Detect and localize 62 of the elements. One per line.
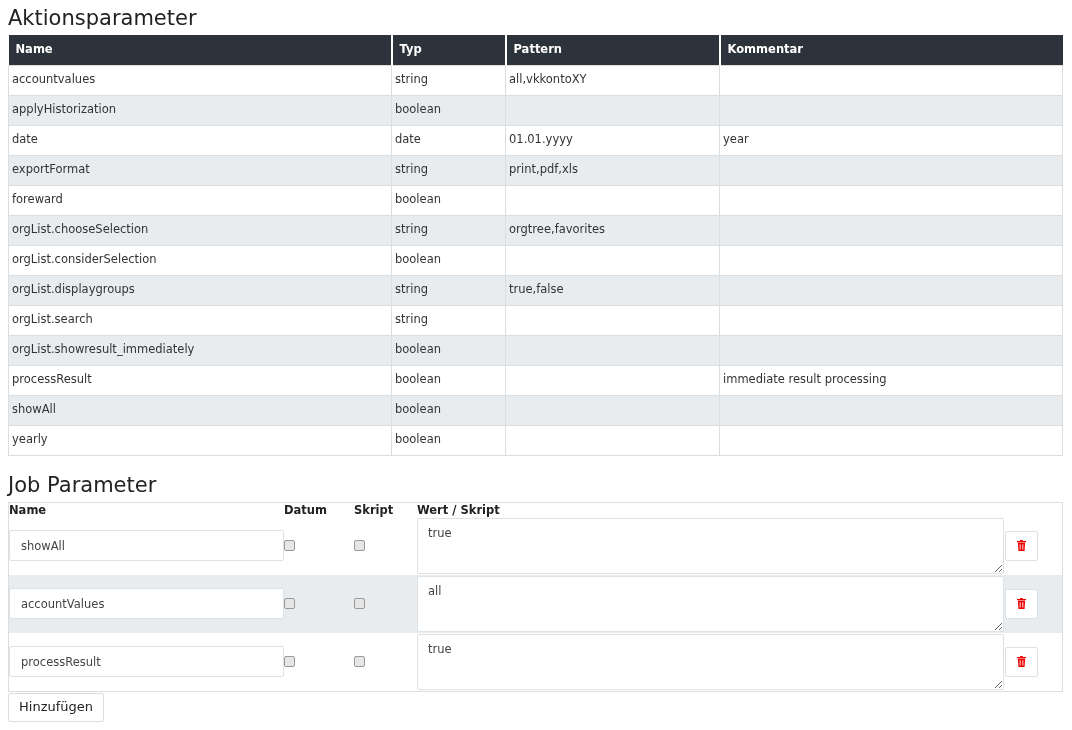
table-cell: date bbox=[391, 125, 506, 155]
checkbox[interactable] bbox=[284, 540, 295, 551]
column-header: Pattern bbox=[505, 35, 720, 65]
column-header: Datum bbox=[284, 502, 327, 517]
table-cell: showAll bbox=[8, 395, 392, 425]
checkbox[interactable] bbox=[354, 598, 365, 609]
name-field[interactable]: accountValues bbox=[9, 588, 284, 619]
table-cell: year bbox=[719, 125, 1063, 155]
table-cell: immediate result processing bbox=[719, 365, 1063, 395]
table-cell: string bbox=[391, 215, 506, 245]
value-field[interactable]: true bbox=[417, 517, 1004, 574]
trash-icon bbox=[1017, 540, 1026, 551]
column-header: Skript bbox=[354, 502, 394, 517]
table-cell: print,pdf,xls bbox=[505, 155, 720, 185]
table-cell: orgtree,favorites bbox=[505, 215, 720, 245]
column-header: Kommentar bbox=[719, 35, 1063, 65]
table-cell: applyHistorization bbox=[8, 95, 392, 125]
table-cell: orgList.search bbox=[8, 305, 392, 335]
column-header: Name bbox=[8, 35, 392, 65]
table-cell: orgList.displaygroups bbox=[8, 275, 392, 305]
table-cell: foreward bbox=[8, 185, 392, 215]
table-cell: processResult bbox=[8, 365, 392, 395]
table-cell: accountvalues bbox=[8, 65, 392, 95]
name-field[interactable]: processResult bbox=[9, 646, 284, 677]
table-cell: orgList.chooseSelection bbox=[8, 215, 392, 245]
table-cell: boolean bbox=[391, 95, 506, 125]
section-title: Aktionsparameter bbox=[8, 5, 198, 32]
table-cell: boolean bbox=[391, 365, 506, 395]
table-cell: string bbox=[391, 155, 506, 185]
checkbox[interactable] bbox=[354, 656, 365, 667]
table-cell: string bbox=[391, 305, 506, 335]
table-cell: 01.01.yyyy bbox=[505, 125, 720, 155]
table-cell: true,false bbox=[505, 275, 720, 305]
delete-button[interactable] bbox=[1005, 530, 1038, 561]
table-cell: boolean bbox=[391, 245, 506, 275]
table-cell: exportFormat bbox=[8, 155, 392, 185]
value-field[interactable]: all bbox=[417, 575, 1004, 632]
section-title: Job Parameter bbox=[8, 471, 158, 499]
table-cell: orgList.considerSelection bbox=[8, 245, 392, 275]
table-cell: date bbox=[8, 125, 392, 155]
table-cell: orgList.showresult_immediately bbox=[8, 335, 392, 365]
table-cell: boolean bbox=[391, 425, 506, 455]
column-header: Wert / Skript bbox=[417, 502, 500, 517]
table-cell: string bbox=[391, 65, 506, 95]
checkbox[interactable] bbox=[284, 598, 295, 609]
checkbox[interactable] bbox=[284, 656, 295, 667]
trash-icon bbox=[1017, 598, 1026, 609]
checkbox[interactable] bbox=[354, 540, 365, 551]
delete-button[interactable] bbox=[1005, 588, 1038, 619]
add-button[interactable]: Hinzufügen bbox=[8, 692, 104, 722]
trash-icon bbox=[1017, 656, 1026, 667]
table-cell: all,vkkontoXY bbox=[505, 65, 720, 95]
column-header: Name bbox=[9, 502, 47, 517]
table-cell: boolean bbox=[391, 335, 506, 365]
column-header: Typ bbox=[391, 35, 506, 65]
table-cell: string bbox=[391, 275, 506, 305]
value-field[interactable]: true bbox=[417, 633, 1004, 690]
table-cell: yearly bbox=[8, 425, 392, 455]
delete-button[interactable] bbox=[1005, 646, 1038, 677]
name-field[interactable]: showAll bbox=[9, 530, 284, 561]
table-cell: boolean bbox=[391, 185, 506, 215]
table-cell: boolean bbox=[391, 395, 506, 425]
